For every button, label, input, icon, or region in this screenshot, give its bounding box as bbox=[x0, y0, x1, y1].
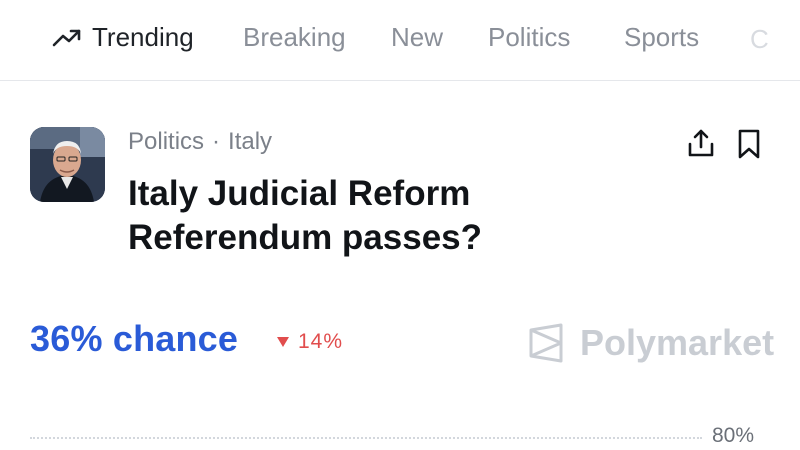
polymarket-logo: Polymarket bbox=[526, 322, 774, 364]
chart-axis-label: 80% bbox=[712, 424, 755, 447]
trending-up-icon bbox=[52, 29, 81, 46]
tab-trending[interactable]: Trending bbox=[52, 22, 194, 53]
market-thumbnail[interactable] bbox=[30, 127, 105, 202]
portrait-image bbox=[30, 127, 105, 202]
market-title-line-1: Italy Judicial Reform bbox=[128, 174, 471, 213]
tab-politics[interactable]: Politics bbox=[488, 22, 570, 53]
chart-gridline bbox=[30, 437, 702, 439]
polymarket-icon bbox=[529, 323, 563, 363]
market-title[interactable]: Italy Judicial Reform Referendum passes? bbox=[128, 172, 548, 260]
brand-name: Polymarket bbox=[580, 322, 775, 363]
market-breadcrumb: Politics · Italy bbox=[128, 128, 272, 156]
change-value: 14% bbox=[298, 330, 344, 353]
market-title-line-2: Referendum passes? bbox=[128, 218, 483, 257]
tab-trending-label: Trending bbox=[92, 22, 194, 52]
change-badge: 14% bbox=[276, 330, 343, 354]
tab-overflow[interactable]: C bbox=[750, 24, 769, 55]
top-nav: Trending Breaking New Politics Sports C bbox=[0, 0, 800, 81]
down-triangle-icon bbox=[277, 337, 289, 347]
tab-breaking[interactable]: Breaking bbox=[243, 22, 346, 53]
breadcrumb-separator: · bbox=[212, 128, 221, 155]
share-icon[interactable] bbox=[686, 128, 716, 160]
tab-new[interactable]: New bbox=[391, 22, 443, 53]
bookmark-icon[interactable] bbox=[734, 128, 764, 160]
tab-sports[interactable]: Sports bbox=[624, 22, 699, 53]
subcategory-link[interactable]: Italy bbox=[228, 128, 272, 155]
chance-value: 36% chance bbox=[30, 318, 239, 359]
category-link[interactable]: Politics bbox=[128, 128, 204, 155]
